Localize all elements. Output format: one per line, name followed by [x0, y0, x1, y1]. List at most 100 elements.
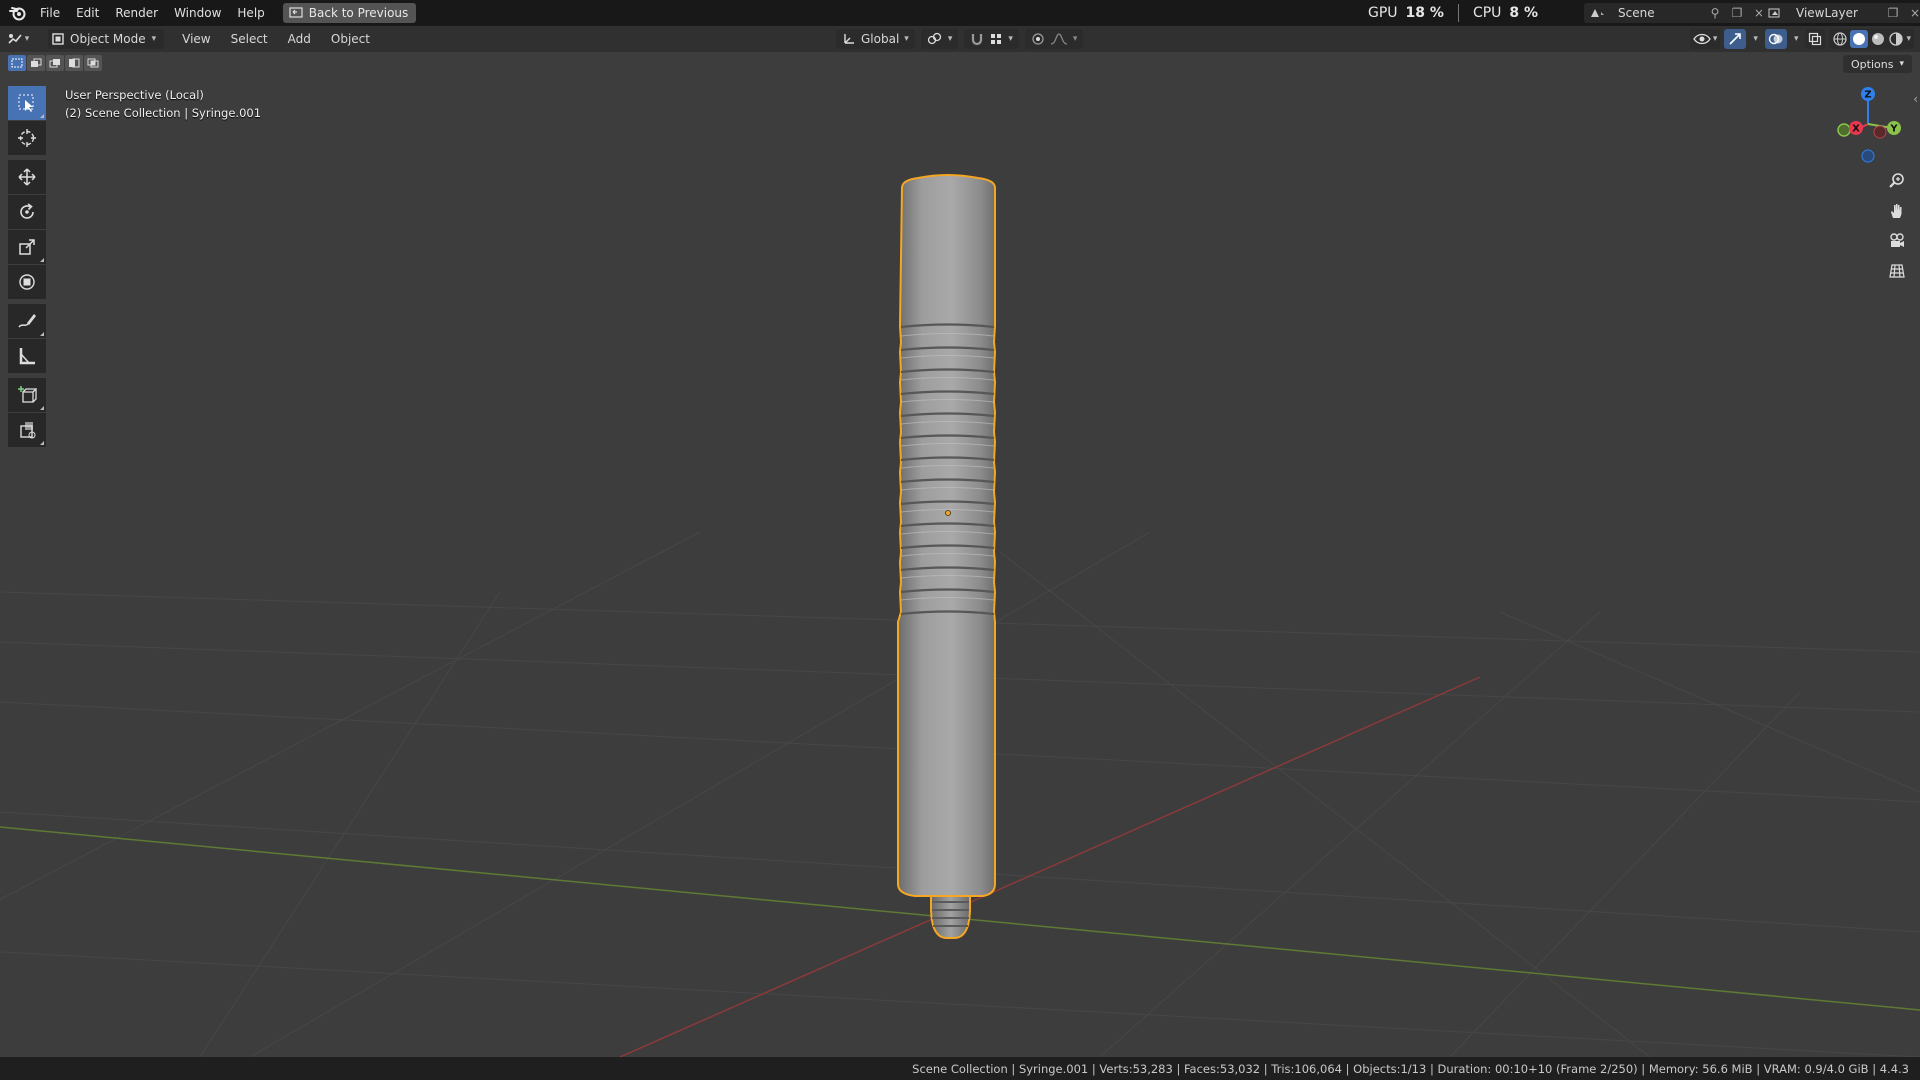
menu-window[interactable]: Window [166, 0, 229, 26]
xray-icon [1809, 32, 1822, 46]
new-view-layer-icon[interactable]: ❐ [1882, 6, 1904, 20]
solid-shading-button[interactable] [1850, 30, 1869, 48]
select-intersect-icon[interactable] [84, 55, 102, 71]
object-mode-label: Object Mode [70, 32, 146, 46]
blender-logo-icon[interactable] [0, 0, 36, 26]
pivot-link-icon [927, 32, 941, 45]
status-bar: Scene Collection | Syringe.001 | Verts:5… [0, 1057, 1920, 1080]
scene-icon [1584, 7, 1612, 19]
add-cube-icon [18, 386, 37, 403]
select-new-icon[interactable] [8, 55, 26, 71]
menu-render[interactable]: Render [107, 0, 166, 26]
gizmo-toggle[interactable] [1724, 29, 1747, 49]
view-layer-selector[interactable]: ViewLayer ❐ × [1762, 3, 1920, 23]
scene-selector[interactable]: Scene ⚲ ❐ × [1584, 3, 1770, 23]
navigation-buttons [1884, 168, 1910, 284]
add-cube-tool[interactable] [8, 378, 46, 412]
rendered-shading-icon[interactable] [1888, 31, 1904, 47]
shading-chevron-icon[interactable]: ▾ [1906, 34, 1911, 44]
options-label: Options [1851, 57, 1894, 71]
menu-help[interactable]: Help [229, 0, 272, 26]
syringe-object[interactable] [897, 174, 997, 939]
sidebar-collapse-icon[interactable]: ‹ [1913, 92, 1918, 106]
wireframe-shading-icon[interactable] [1832, 31, 1848, 47]
xray-toggle[interactable] [1805, 29, 1826, 49]
back-to-previous-button[interactable]: Back to Previous [282, 3, 417, 23]
header-menu-add[interactable]: Add [278, 32, 321, 46]
navigation-gizmo[interactable]: Z X Y [1836, 84, 1906, 174]
annotate-pencil-icon [18, 314, 36, 328]
move-icon [18, 168, 36, 186]
header-menu-select[interactable]: Select [221, 32, 278, 46]
viewport-display-controls: ▾ ▾ ▾ ▾ [1689, 29, 1914, 49]
selection-mode-buttons [8, 55, 102, 71]
editor-type-selector[interactable]: ▾ [0, 32, 36, 46]
falloff-chevron-icon: ▾ [1072, 34, 1078, 44]
view-layer-icon [1762, 7, 1790, 19]
gizmo-neg-x-icon[interactable] [1873, 125, 1887, 139]
add-object-icon [20, 422, 36, 439]
orientation-label: Global [861, 32, 900, 46]
object-origin-icon [945, 510, 951, 516]
pin-icon[interactable]: ⚲ [1704, 6, 1726, 20]
move-tool[interactable] [8, 160, 46, 194]
editor-type-chevron-icon: ▾ [24, 34, 30, 44]
visibility-chevron-icon: ▾ [1712, 34, 1718, 44]
resource-stats: GPU 18 % CPU 8 % [1368, 0, 1538, 26]
pivot-point-dropdown[interactable]: ▾ [920, 29, 959, 49]
x-axis-line [619, 676, 1481, 1057]
menu-file[interactable]: File [36, 0, 68, 26]
close-view-layer-icon[interactable]: × [1904, 6, 1920, 20]
viewport-header: ▾ Object Mode ▾ View Select Add Object G… [0, 26, 1920, 52]
options-dropdown[interactable]: Options ▾ [1843, 55, 1912, 73]
select-box-tool[interactable] [8, 86, 46, 120]
pan-button[interactable] [1884, 198, 1910, 224]
overlays-toggle[interactable] [1764, 29, 1787, 49]
visibility-selector[interactable]: ▾ [1689, 29, 1721, 49]
new-scene-icon[interactable]: ❐ [1726, 6, 1748, 20]
3d-viewport[interactable]: Options ▾ User Perspective (Local) (2) S… [0, 52, 1920, 1057]
status-info-text: Scene Collection | Syringe.001 | Verts:5… [912, 1061, 1909, 1076]
scene-name: Scene [1618, 6, 1655, 20]
zoom-button[interactable] [1884, 168, 1910, 194]
header-menu-view[interactable]: View [172, 32, 220, 46]
object-mode-dropdown[interactable]: Object Mode ▾ [48, 29, 165, 49]
cpu-value: 8 % [1509, 5, 1539, 21]
orientation-axes-icon [844, 34, 854, 44]
gizmo-dropdown[interactable]: ▾ [1750, 29, 1761, 49]
header-menu-object[interactable]: Object [321, 32, 380, 46]
select-subtract-icon[interactable] [46, 55, 64, 71]
menu-edit[interactable]: Edit [68, 0, 107, 26]
annotate-tool[interactable] [8, 304, 46, 338]
object-mode-icon [52, 33, 64, 45]
camera-view-button[interactable] [1884, 228, 1910, 254]
eye-icon [1693, 33, 1711, 45]
orientation-dropdown[interactable]: Global ▾ [836, 29, 915, 49]
gpu-label: GPU [1368, 5, 1398, 21]
proportional-edit-toggle[interactable]: ▾ [1024, 29, 1084, 49]
gizmo-neg-y-icon[interactable] [1837, 123, 1851, 137]
scale-tool[interactable] [8, 230, 46, 264]
transform-tool[interactable] [8, 265, 46, 299]
view-layer-name: ViewLayer [1796, 6, 1858, 20]
measure-tool[interactable] [8, 339, 46, 373]
gizmo-x-label: X [1852, 124, 1860, 135]
rotate-icon [20, 203, 34, 219]
select-invert-icon[interactable] [65, 55, 83, 71]
tool-shelf [8, 86, 48, 448]
gizmo-neg-z-icon[interactable] [1861, 149, 1875, 163]
ortho-toggle-button[interactable] [1884, 258, 1910, 284]
magnet-icon [972, 34, 983, 46]
add-object-tool[interactable] [8, 413, 46, 447]
snap-chevron-icon: ▾ [1008, 34, 1013, 44]
transform-icon [19, 274, 35, 290]
select-extend-icon[interactable] [27, 55, 45, 71]
shading-modes[interactable]: ▾ [1829, 29, 1914, 49]
overlays-icon [1768, 33, 1783, 45]
overlays-dropdown[interactable]: ▾ [1791, 29, 1802, 49]
measure-ruler-icon [19, 348, 35, 365]
material-shading-icon[interactable] [1870, 31, 1886, 47]
cursor-tool[interactable] [8, 121, 46, 155]
rotate-tool[interactable] [8, 195, 46, 229]
snap-toggle[interactable]: ▾ [964, 29, 1019, 49]
